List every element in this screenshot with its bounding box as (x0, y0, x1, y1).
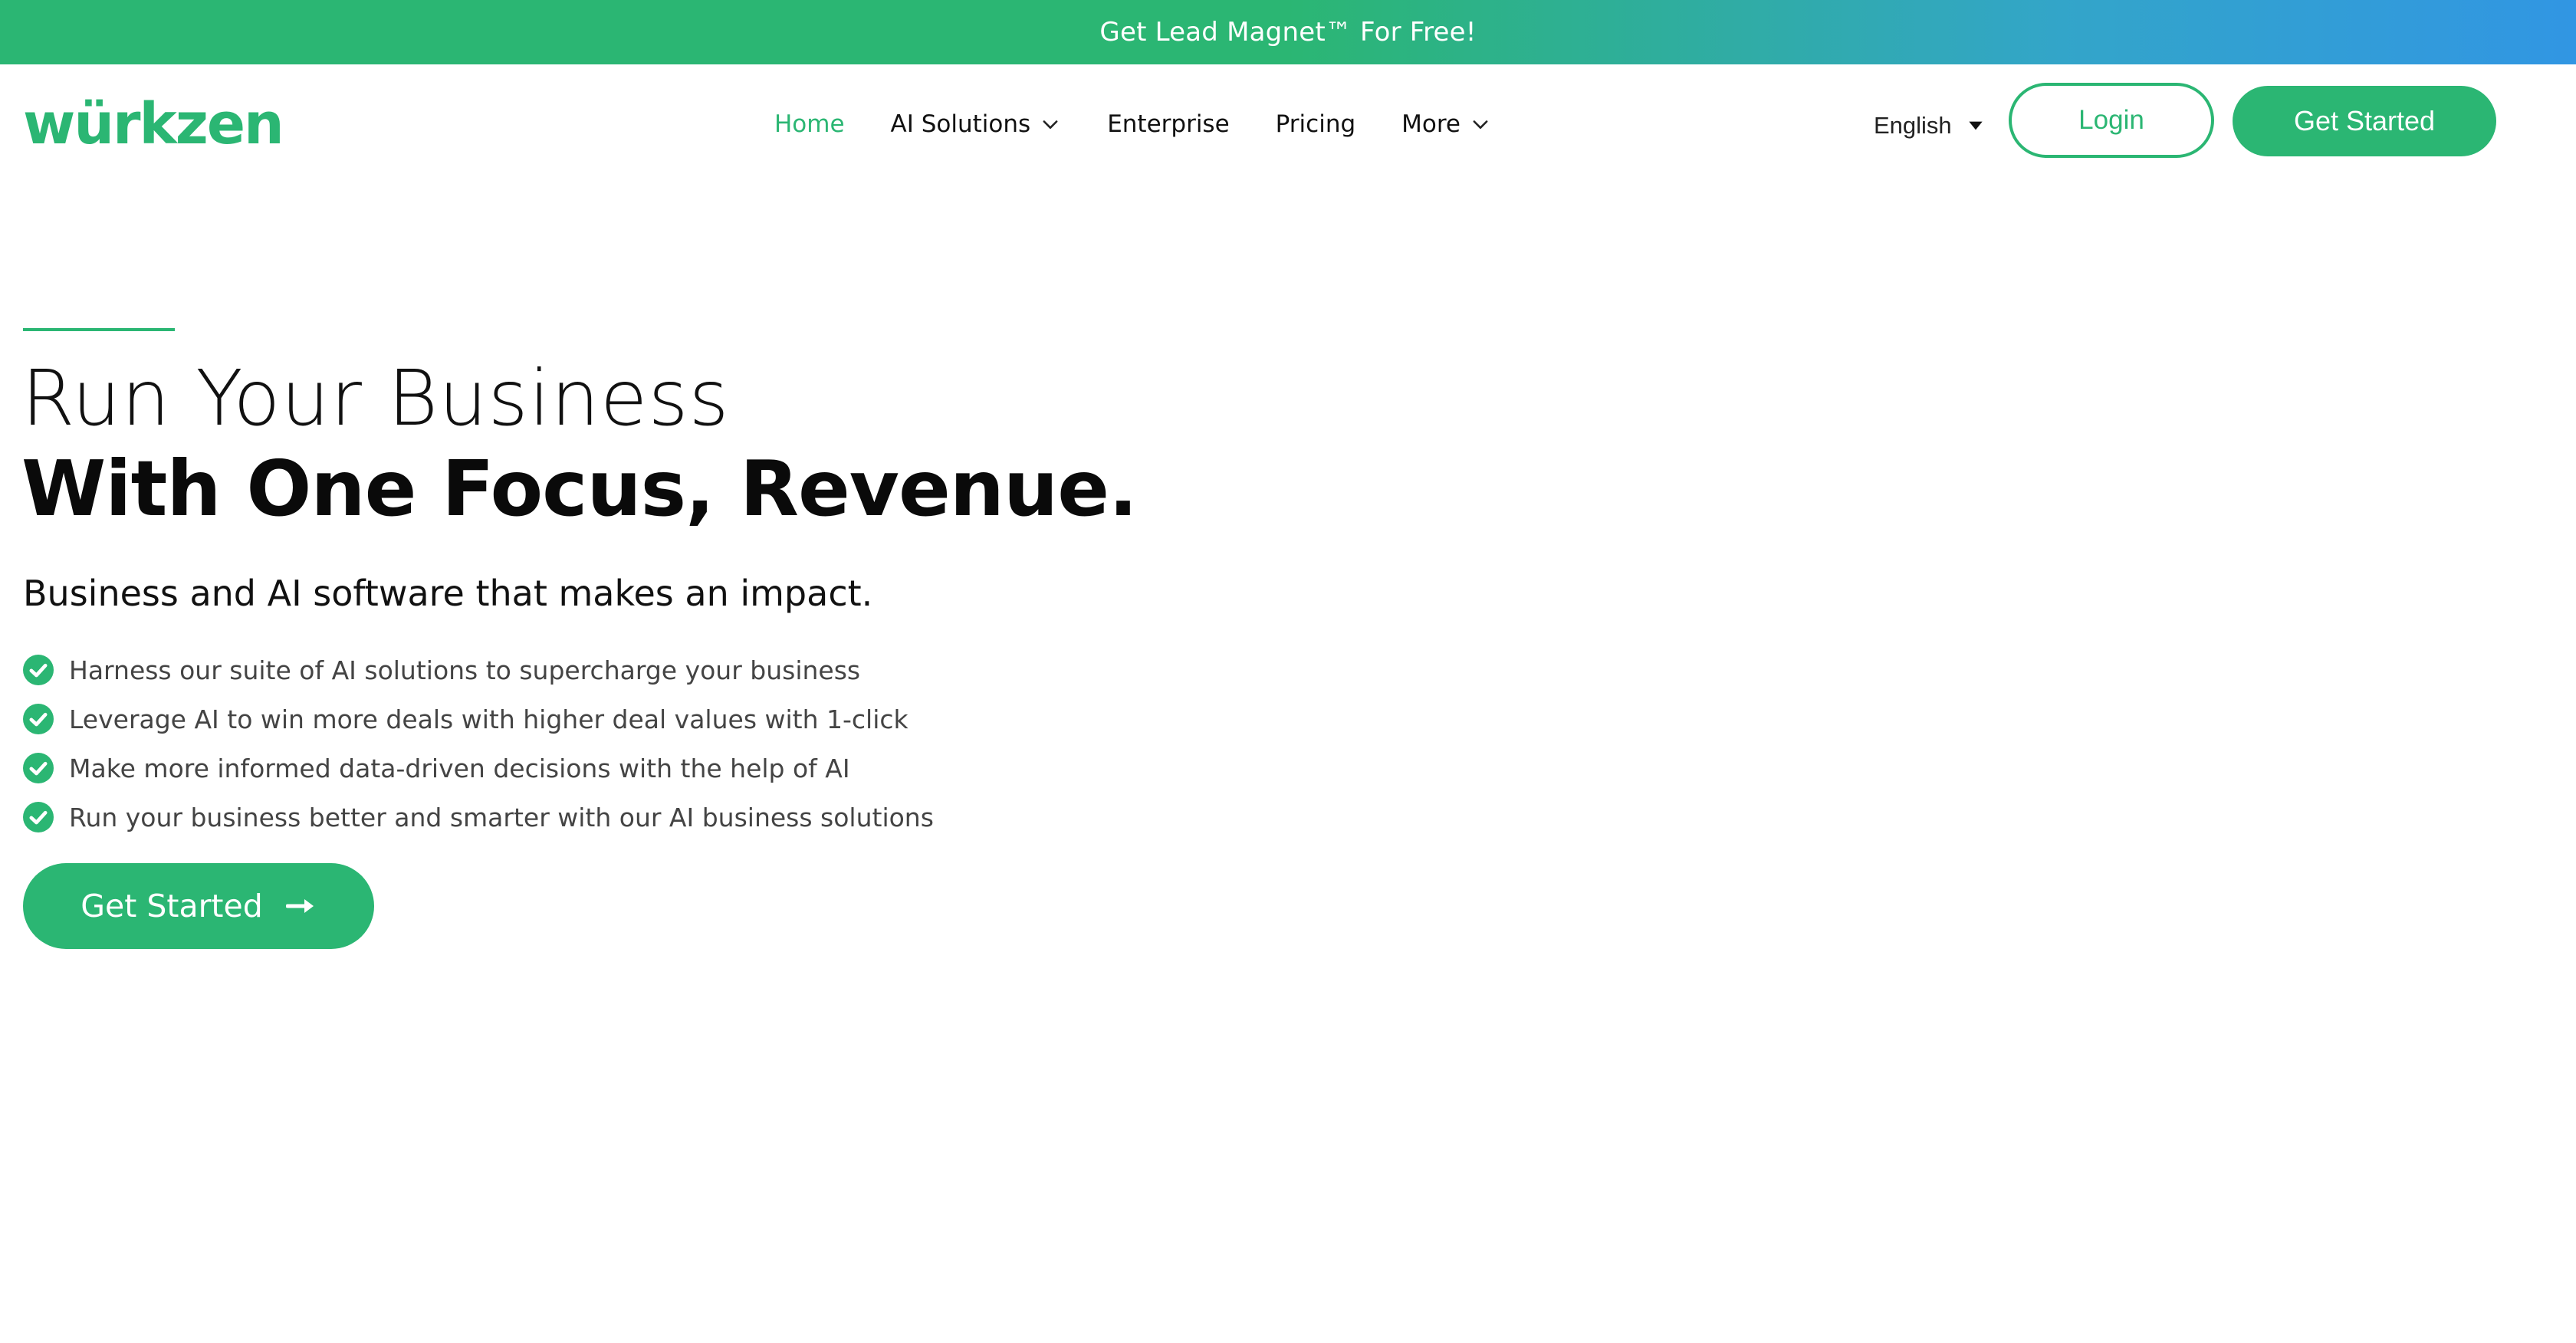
page: Get Lead Magnet™ For Free! würkzen Home … (0, 0, 2576, 1343)
nav-item-ai-solutions[interactable]: AI Solutions (891, 110, 1062, 138)
hero-cta-label: Get Started (80, 888, 263, 924)
nav-item-label: Home (774, 110, 845, 138)
list-item-text: Harness our suite of AI solutions to sup… (69, 655, 861, 685)
nav-item-label: Enterprise (1107, 110, 1230, 138)
list-item: Run your business better and smarter wit… (23, 793, 934, 842)
get-started-button[interactable]: Get Started (2233, 86, 2496, 156)
chevron-down-icon (1473, 120, 1488, 129)
logo[interactable]: würkzen (23, 91, 284, 157)
list-item: Leverage AI to win more deals with highe… (23, 694, 934, 744)
check-circle-icon (23, 655, 54, 685)
caret-down-icon (1969, 121, 1983, 130)
nav-item-enterprise[interactable]: Enterprise (1107, 110, 1229, 138)
main-nav: Home AI Solutions Enterprise Pricing Mor… (774, 103, 1537, 146)
nav-item-pricing[interactable]: Pricing (1276, 110, 1356, 138)
list-item-text: Run your business better and smarter wit… (69, 802, 934, 832)
nav-item-home[interactable]: Home (774, 110, 845, 138)
list-item: Harness our suite of AI solutions to sup… (23, 645, 934, 694)
list-item: Make more informed data-driven decisions… (23, 744, 934, 793)
nav-item-label: AI Solutions (890, 110, 1031, 138)
language-selector[interactable]: English (1874, 104, 1986, 147)
nav-item-label: More (1401, 110, 1461, 138)
accent-divider (23, 328, 175, 331)
check-circle-icon (23, 704, 54, 734)
login-button[interactable]: Login (2009, 83, 2214, 158)
check-circle-icon (23, 802, 54, 832)
list-item-text: Make more informed data-driven decisions… (69, 753, 850, 783)
hero-subtitle: Business and AI software that makes an i… (23, 573, 873, 614)
check-circle-icon (23, 753, 54, 783)
nav-item-more[interactable]: More (1401, 110, 1491, 138)
promo-bar: Get Lead Magnet™ For Free! (0, 0, 2576, 64)
feature-list: Harness our suite of AI solutions to sup… (23, 645, 934, 842)
logo-text: würkzen (23, 91, 284, 157)
language-label: English (1874, 112, 1952, 139)
hero-headline-line-2: With One Focus, Revenue. (21, 444, 1138, 534)
promo-link[interactable]: Get Lead Magnet™ For Free! (1099, 17, 1476, 48)
nav-item-label: Pricing (1275, 110, 1356, 138)
arrow-right-icon (285, 899, 314, 913)
hero-get-started-button[interactable]: Get Started (23, 863, 374, 949)
list-item-text: Leverage AI to win more deals with highe… (69, 704, 909, 734)
hero-headline-line-1: Run Your Business (21, 353, 730, 443)
chevron-down-icon (1043, 120, 1058, 129)
site-header: würkzen Home AI Solutions Enterprise Pri… (0, 64, 2576, 178)
